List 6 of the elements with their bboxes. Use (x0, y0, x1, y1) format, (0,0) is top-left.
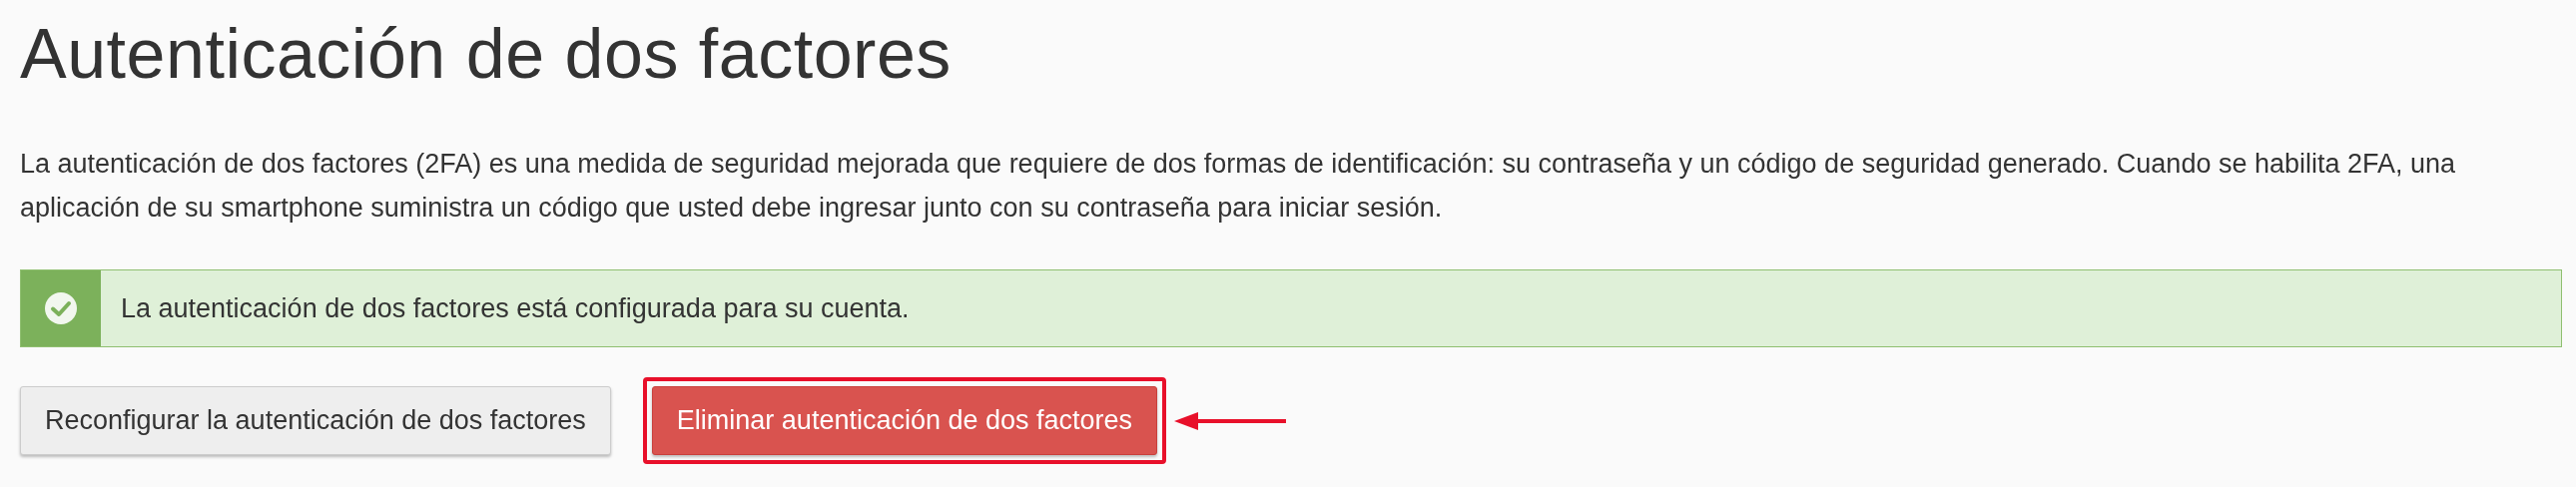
check-circle-icon (44, 291, 78, 325)
remove-button[interactable]: Eliminar autenticación de dos factores (651, 386, 1158, 455)
alert-message: La autenticación de dos factores está configurada para su cuenta. (120, 291, 910, 325)
reconfigure-button[interactable]: Reconfigurar la autenticación de dos factores (20, 386, 611, 455)
page-title: Autenticación de dos factores (20, 14, 952, 94)
description-paragraph: La autenticación de dos factores (2FA) es una medida de seguridad mejorada que requiere de dos formas de identificación: su contraseña y un código de seguridad generado. Cuando se habilita 2FA, una aplicación de su smartphone suministra un código que usted debe ingresar junto con su contraseña para iniciar sesión. (20, 148, 2457, 225)
